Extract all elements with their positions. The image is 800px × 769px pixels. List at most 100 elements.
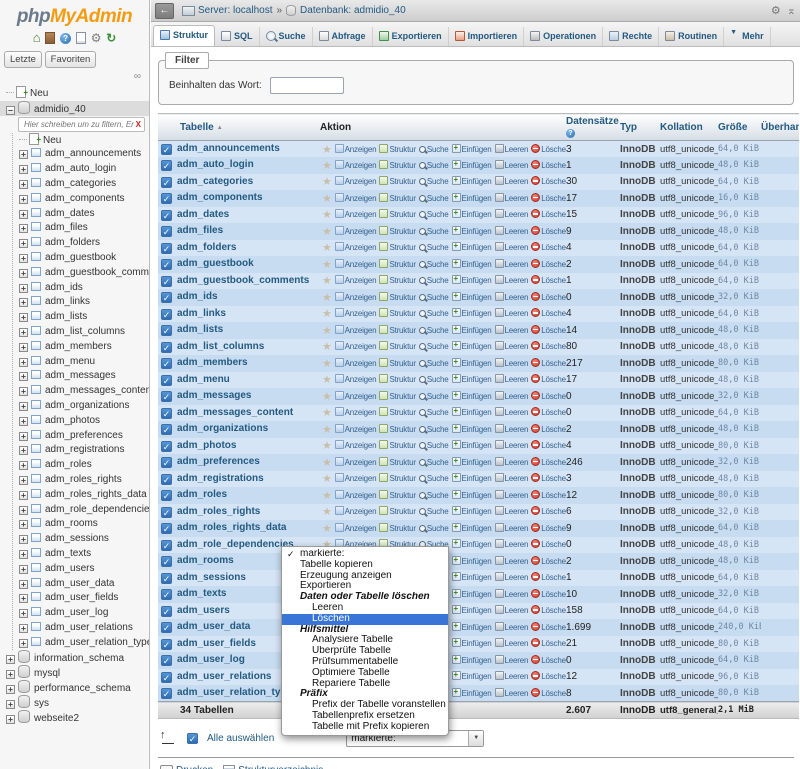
table-name-link[interactable]: adm_list_columns [177,341,264,352]
action-struktur[interactable]: Struktur [379,425,415,434]
action-leeren[interactable]: Leeren [495,392,529,401]
action-struktur[interactable]: Struktur [379,491,415,500]
filter-word-input[interactable] [270,77,344,94]
tab-exportieren[interactable]: Exportieren [373,27,449,46]
header-size[interactable]: Größe [718,114,761,141]
action-leeren[interactable]: Leeren [495,689,529,698]
action-leeren[interactable]: Leeren [495,375,529,384]
action-struktur[interactable]: Struktur [379,474,415,483]
action-suche[interactable]: Suche [419,408,449,417]
action-suche[interactable]: Suche [419,458,449,467]
collation-cell[interactable]: utf8_unicode_ci [660,636,718,653]
table-name-link[interactable]: adm_user_fields [177,638,256,649]
action-einfügen[interactable]: Einfügen [452,557,492,566]
action-leeren[interactable]: Leeren [495,672,529,681]
action-leeren[interactable]: Leeren [495,243,529,252]
tree-item-adm_rooms[interactable]: +adm_rooms [13,517,149,532]
action-anzeigen[interactable]: Anzeigen [335,145,377,154]
expand-box-icon[interactable]: + [19,343,28,352]
tree-filter-input[interactable] [22,119,136,130]
table-name-link[interactable]: adm_categories [177,176,253,187]
menu-item-exportieren[interactable]: Exportieren [282,581,448,592]
action-leeren[interactable]: Leeren [495,145,529,154]
action-einfügen[interactable]: Einfügen [452,507,492,516]
tree-item-adm_announcements[interactable]: +adm_announcements [13,147,149,162]
expand-box-icon[interactable]: + [19,298,28,307]
row-checkbox[interactable]: ✓ [161,259,172,270]
tree-item-information_schema[interactable]: +information_schema [0,650,149,665]
table-name-link[interactable]: adm_user_data [177,621,250,632]
action-leeren[interactable]: Leeren [495,161,529,170]
action-einfügen[interactable]: Einfügen [452,458,492,467]
row-checkbox[interactable]: ✓ [161,540,172,551]
action-leeren[interactable]: Leeren [495,573,529,582]
tree-item-adm_messages[interactable]: +adm_messages [13,369,149,384]
action-löschen[interactable]: Löschen [531,276,566,285]
table-name-link[interactable]: adm_roles_rights_data [177,522,287,533]
tree-item-adm_guestbook[interactable]: +adm_guestbook [13,251,149,266]
tree-item-adm_categories[interactable]: +adm_categories [13,177,149,192]
expand-box-icon[interactable]: + [19,580,28,589]
action-anzeigen[interactable]: Anzeigen [335,276,377,285]
menu-item-tabelle-kopieren[interactable]: Tabelle kopieren [282,560,448,571]
expand-box-icon[interactable]: + [19,609,28,618]
row-checkbox[interactable]: ✓ [161,160,172,171]
row-checkbox[interactable]: ✓ [161,507,172,518]
action-struktur[interactable]: Struktur [379,276,415,285]
action-löschen[interactable]: Löschen [531,227,566,236]
action-struktur[interactable]: Struktur [379,507,415,516]
expand-box-icon[interactable]: + [19,328,28,337]
action-anzeigen[interactable]: Anzeigen [335,392,377,401]
tab-rechte[interactable]: Rechte [603,27,659,46]
favorite-star-icon[interactable]: ★ [322,457,332,469]
row-checkbox[interactable]: ✓ [161,358,172,369]
action-leeren[interactable]: Leeren [495,342,529,351]
action-leeren[interactable]: Leeren [495,227,529,236]
favorite-star-icon[interactable]: ★ [322,506,332,518]
expand-box-icon[interactable]: + [19,624,28,633]
action-löschen[interactable]: Löschen [531,408,566,417]
scroll-top-icon[interactable]: ⌅ [787,4,796,17]
expand-box-icon[interactable]: + [19,224,28,233]
action-einfügen[interactable]: Einfügen [452,194,492,203]
action-struktur[interactable]: Struktur [379,243,415,252]
table-name-link[interactable]: adm_guestbook [177,258,254,269]
action-anzeigen[interactable]: Anzeigen [335,194,377,203]
action-leeren[interactable]: Leeren [495,276,529,285]
row-checkbox[interactable]: ✓ [161,226,172,237]
row-checkbox[interactable]: ✓ [161,474,172,485]
favorite-star-icon[interactable]: ★ [322,242,332,254]
expand-box-icon[interactable]: + [19,313,28,322]
table-name-link[interactable]: adm_organizations [177,423,268,434]
expand-box-icon[interactable]: + [19,195,28,204]
row-checkbox[interactable]: ✓ [161,490,172,501]
collation-cell[interactable]: utf8_unicode_ci [660,388,718,405]
favorite-star-icon[interactable]: ★ [322,473,332,485]
action-anzeigen[interactable]: Anzeigen [335,326,377,335]
favorite-star-icon[interactable]: ★ [322,292,332,304]
row-checkbox[interactable]: ✓ [161,144,172,155]
action-struktur[interactable]: Struktur [379,375,415,384]
expand-box-icon[interactable]: + [19,476,28,485]
tab-suche[interactable]: Suche [260,27,313,46]
table-name-link[interactable]: adm_auto_login [177,159,254,170]
action-struktur[interactable]: Struktur [379,161,415,170]
expand-box-icon[interactable]: + [19,284,28,293]
action-einfügen[interactable]: Einfügen [452,276,492,285]
table-name-link[interactable]: adm_preferences [177,456,260,467]
action-löschen[interactable]: Löschen [531,177,566,186]
expand-box-icon[interactable]: + [19,550,28,559]
action-einfügen[interactable]: Einfügen [452,656,492,665]
menu-item-analysiere-tabelle[interactable]: Analysiere Tabelle [282,635,448,646]
expand-box-icon[interactable]: + [19,269,28,278]
action-leeren[interactable]: Leeren [495,194,529,203]
tree-item-sys[interactable]: +sys [0,695,149,710]
tree-item-adm_lists[interactable]: +adm_lists [13,310,149,325]
table-name-link[interactable]: adm_links [177,308,226,319]
menu-item-tabelle-mit-prefix-kopieren[interactable]: Tabelle mit Prefix kopieren [282,722,448,733]
table-name-link[interactable]: adm_components [177,192,263,203]
tree-item-adm_messages_content[interactable]: +adm_messages_content [13,384,149,399]
row-checkbox[interactable]: ✓ [161,391,172,402]
records-help-icon[interactable]: ? [566,129,575,138]
favorite-star-icon[interactable]: ★ [322,209,332,221]
